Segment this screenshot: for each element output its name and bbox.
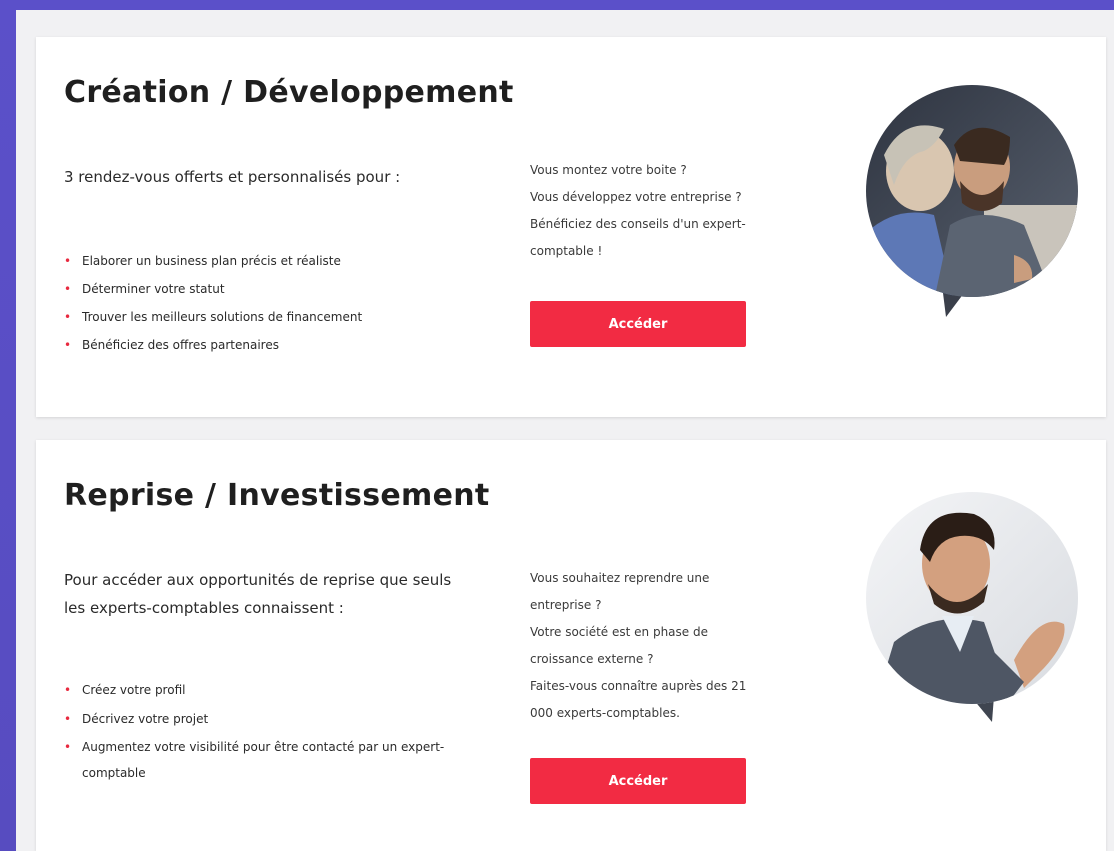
card-reprise-investissement: Reprise / Investissement Pour accéder au…	[36, 440, 1106, 851]
bullet-dot-icon: •	[64, 712, 72, 726]
content-panel: Création / Développement 3 rendez-vous o…	[16, 10, 1114, 851]
bullet-list: • Elaborer un business plan précis et réa…	[64, 247, 484, 359]
list-item: • Elaborer un business plan précis et réa…	[64, 247, 484, 275]
card-side-text: Vous souhaitez reprendre une entreprise …	[530, 565, 830, 727]
side-text-line: Bénéficiez des conseils d'un expert-	[530, 217, 746, 231]
bullet-dot-icon: •	[64, 282, 72, 296]
list-item-text: Bénéficiez des offres partenaires	[82, 338, 279, 352]
card-creation-developpement: Création / Développement 3 rendez-vous o…	[36, 37, 1106, 417]
list-item-text: Elaborer un business plan précis et réal…	[82, 254, 341, 268]
side-text-line: Vous montez votre boite ?	[530, 163, 687, 177]
businessman-photo-icon	[864, 492, 1080, 728]
side-text-line: croissance externe ?	[530, 652, 654, 666]
acceder-button[interactable]: Accéder	[530, 758, 746, 804]
list-item-text: Trouver les meilleurs solutions de finan…	[82, 310, 363, 324]
list-item: • Décrivez votre projet	[64, 705, 484, 734]
list-item: • Déterminer votre statut	[64, 275, 484, 303]
side-text-line: comptable !	[530, 244, 603, 258]
card-intro: Pour accéder aux opportunités de reprise…	[64, 571, 452, 617]
bullet-list: • Créez votre profil • Décrivez votre proj…	[64, 676, 484, 786]
two-people-photo-icon	[864, 85, 1080, 321]
list-item-text: Déterminer votre statut	[82, 282, 225, 296]
list-item-text: Augmentez votre visibilité pour être con…	[82, 740, 445, 780]
bullet-dot-icon: •	[64, 740, 72, 754]
list-item: • Bénéficiez des offres partenaires	[64, 331, 484, 359]
side-text-line: Faites-vous connaître auprès des 21	[530, 679, 747, 693]
bullet-dot-icon: •	[64, 310, 72, 324]
card-intro: 3 rendez-vous offerts et personnalisés p…	[64, 168, 401, 186]
card-title: Création / Développement	[64, 75, 514, 110]
bullet-dot-icon: •	[64, 254, 72, 268]
acceder-button[interactable]: Accéder	[530, 301, 746, 347]
card-side-text: Vous montez votre boite ? Vous développe…	[530, 157, 830, 265]
list-item: • Trouver les meilleurs solutions de fina…	[64, 303, 484, 331]
bullet-dot-icon: •	[64, 338, 72, 352]
list-item: • Augmentez votre visibilité pour être co…	[64, 734, 484, 786]
list-item-text: Créez votre profil	[82, 683, 186, 697]
list-item-text: Décrivez votre projet	[82, 712, 209, 726]
side-text-line: 000 experts-comptables.	[530, 706, 680, 720]
bullet-dot-icon: •	[64, 683, 72, 697]
side-text-line: Vous développez votre entreprise ?	[530, 190, 742, 204]
card-title: Reprise / Investissement	[64, 478, 490, 513]
side-text-line: entreprise ?	[530, 598, 602, 612]
side-text-line: Vous souhaitez reprendre une	[530, 571, 710, 585]
side-text-line: Votre société est en phase de	[530, 625, 708, 639]
list-item: • Créez votre profil	[64, 676, 484, 705]
